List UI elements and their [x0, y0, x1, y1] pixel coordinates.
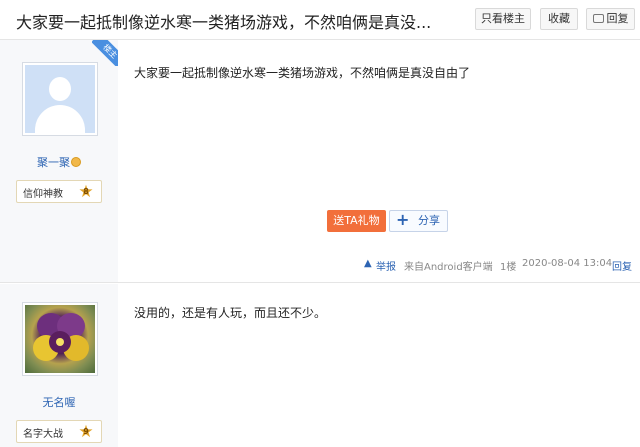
avatar[interactable]: [22, 302, 98, 376]
level-name: 名字大战: [23, 429, 63, 440]
reply-icon: [592, 14, 604, 23]
default-avatar-icon: [25, 65, 95, 133]
thread-header: 大家要一起抵制像逆水寒一类猪场游戏，不然咱俩是真没... 只看楼主 收藏 回复: [0, 0, 640, 40]
send-gift-button[interactable]: 送TA礼物: [327, 210, 386, 232]
post-content: 没用的，还是有人玩，而且还不少。: [134, 306, 327, 320]
author-sidebar: 无名喔 名字大战 ★ 9: [0, 284, 118, 447]
op-badge-label: 楼主: [92, 40, 118, 66]
author-sidebar: 楼主 聚一聚 信仰神教 ★ 8: [0, 40, 118, 282]
level-badge[interactable]: 名字大战 ★ 9: [16, 420, 102, 443]
post-floor: 1楼: [500, 262, 517, 273]
avatar[interactable]: [22, 62, 98, 136]
level-number: 8: [83, 187, 89, 196]
plus-icon: +: [396, 210, 410, 229]
username[interactable]: 无名喔: [0, 394, 118, 410]
thread-title: 大家要一起抵制像逆水寒一类猪场游戏，不然咱俩是真没...: [16, 13, 432, 32]
reply-button-label: 回复: [606, 12, 629, 25]
emoji-icon: [71, 157, 81, 167]
flower-avatar-image: [25, 305, 95, 373]
report-link[interactable]: 举报: [376, 258, 396, 273]
only-op-button[interactable]: 只看楼主: [475, 8, 531, 30]
post-content: 大家要一起抵制像逆水寒一类猪场游戏，不然咱俩是真没自由了: [134, 66, 471, 80]
post-item: 楼主 聚一聚 信仰神教 ★ 8 大家要一起抵制像逆水寒一类猪场游戏，不然咱俩是真…: [0, 40, 640, 283]
warning-icon: ▲: [364, 258, 372, 269]
level-name: 信仰神教: [23, 189, 63, 200]
favorite-button[interactable]: 收藏: [540, 8, 578, 30]
share-label: 分享: [418, 214, 440, 227]
reply-link[interactable]: 回复: [612, 258, 632, 273]
level-number: 9: [83, 427, 89, 436]
reply-button[interactable]: 回复: [586, 8, 635, 30]
share-button[interactable]: + 分享: [389, 210, 448, 232]
username: 聚一聚: [37, 156, 70, 169]
level-badge[interactable]: 信仰神教 ★ 8: [16, 180, 102, 203]
post-source: 来自Android客户端: [404, 262, 493, 273]
username-link[interactable]: 聚一聚: [0, 154, 118, 170]
post-time: 2020-08-04 13:04: [522, 258, 613, 269]
post-item: 无名喔 名字大战 ★ 9 没用的，还是有人玩，而且还不少。: [0, 284, 640, 447]
op-badge: 楼主: [92, 40, 118, 66]
